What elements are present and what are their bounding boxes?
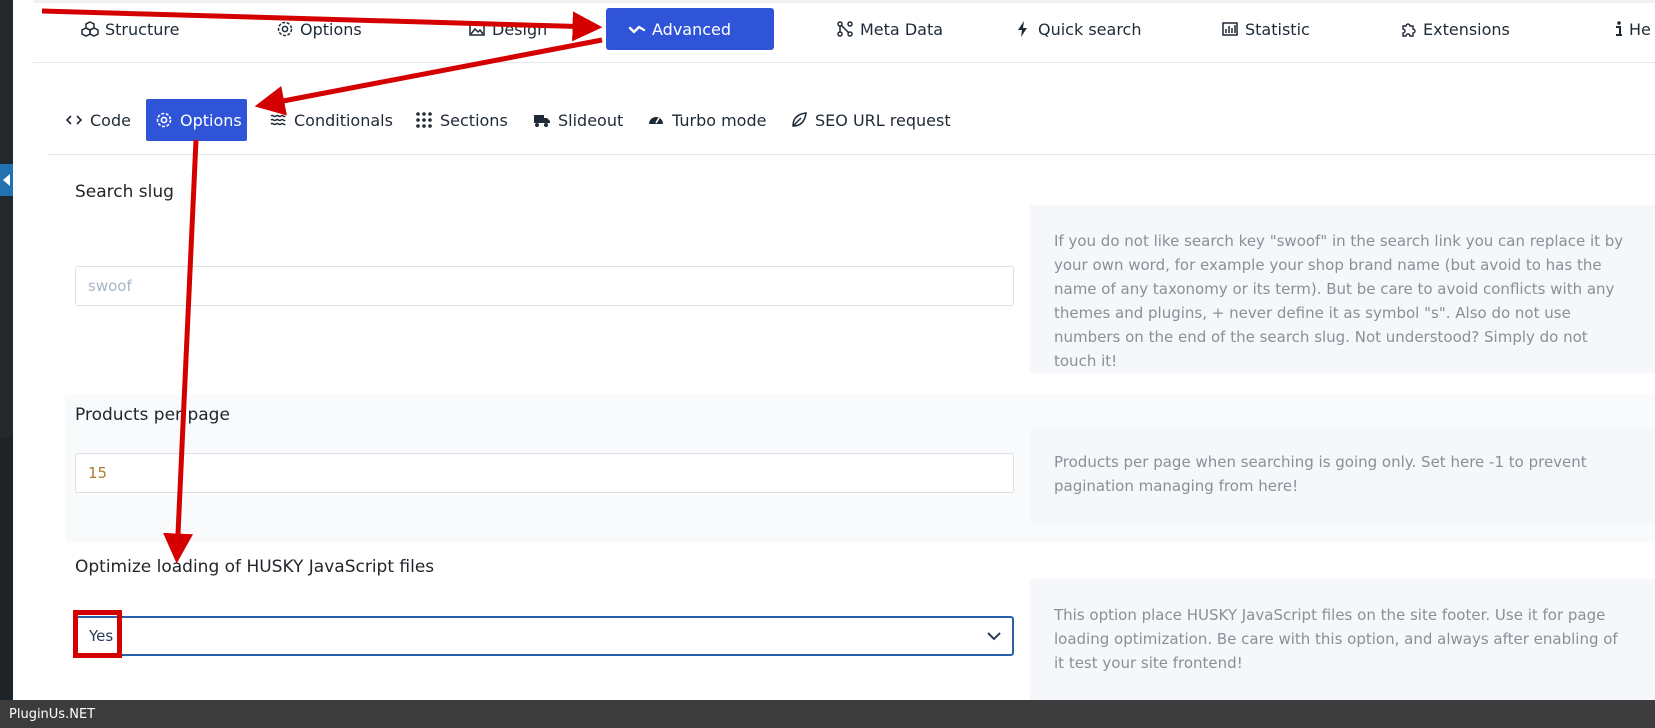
products-per-page-help: Products per page when searching is goin… — [1030, 428, 1655, 523]
leaf-icon — [790, 111, 808, 129]
tab-label: Advanced — [652, 19, 732, 39]
subtabs-divider — [47, 154, 1655, 155]
collapse-menu-arrow-icon[interactable] — [0, 164, 13, 196]
truck-icon — [533, 111, 551, 129]
wave-icon — [628, 20, 646, 38]
status-bar-text: PluginUs.NET — [9, 706, 96, 722]
products-per-page-input[interactable]: 15 — [75, 453, 1014, 493]
subtab-label: Turbo mode — [672, 110, 767, 130]
bolt-icon — [1014, 20, 1032, 38]
code-icon — [65, 111, 83, 129]
subtab-conditionals[interactable]: Conditionals — [269, 99, 393, 141]
status-bar: PluginUs.NET — [0, 700, 1655, 728]
subtab-label: Slideout — [558, 110, 624, 130]
tab-structure[interactable]: Structure — [81, 8, 179, 50]
cubes-icon — [81, 20, 99, 38]
subtab-seo-url-request[interactable]: SEO URL request — [790, 99, 951, 141]
gear-icon — [276, 20, 294, 38]
tab-design[interactable]: Design — [468, 8, 547, 50]
tab-label: He — [1629, 19, 1651, 39]
products-per-page-value: 15 — [88, 464, 108, 482]
products-per-page-label: Products per page — [75, 405, 230, 425]
highlight-box — [73, 610, 122, 658]
chevron-down-icon — [986, 628, 1002, 644]
subtab-turbo-mode[interactable]: Turbo mode — [647, 99, 766, 141]
subtab-label: Options — [180, 110, 242, 130]
grid-icon — [415, 111, 433, 129]
tab-label: Options — [300, 19, 362, 39]
search-slug-placeholder: swoof — [88, 277, 132, 295]
subtab-sections[interactable]: Sections — [415, 99, 508, 141]
waves-icon — [269, 111, 287, 129]
tab-options[interactable]: Options — [276, 8, 362, 50]
subtab-label: Sections — [440, 110, 508, 130]
search-slug-label: Search slug — [75, 182, 174, 202]
top-border — [33, 0, 1655, 3]
subtab-code[interactable]: Code — [65, 99, 131, 141]
optimize-loading-label: Optimize loading of HUSKY JavaScript fil… — [75, 557, 435, 577]
subtab-label: Conditionals — [294, 110, 393, 130]
tab-meta-data[interactable]: Meta Data — [836, 8, 943, 50]
top-tabs: Structure Options Design Advanced Meta D… — [33, 8, 1655, 50]
tab-label: Design — [492, 19, 548, 39]
search-slug-help: If you do not like search key "swoof" in… — [1030, 205, 1655, 373]
tab-advanced[interactable]: Advanced — [606, 8, 774, 50]
search-slug-input[interactable]: swoof — [75, 266, 1014, 306]
tab-label: Meta Data — [860, 19, 944, 39]
tab-help[interactable]: He — [1613, 8, 1651, 50]
optimize-loading-select[interactable]: Yes — [75, 616, 1014, 656]
tab-statistic[interactable]: Statistic — [1221, 8, 1310, 50]
optimize-loading-help: This option place HUSKY JavaScript files… — [1030, 579, 1655, 700]
gear-icon — [155, 111, 173, 129]
nodes-icon — [836, 20, 854, 38]
bar-chart-icon — [1221, 20, 1239, 38]
subtab-label: SEO URL request — [815, 110, 951, 130]
speedometer-icon — [647, 111, 665, 129]
subtab-slideout[interactable]: Slideout — [533, 99, 623, 141]
tab-label: Structure — [105, 19, 180, 39]
subtab-label: Code — [90, 110, 131, 130]
tab-label: Quick search — [1038, 19, 1142, 39]
wp-admin-sidebar-lower — [0, 437, 13, 700]
info-icon — [1613, 20, 1623, 38]
tab-quick-search[interactable]: Quick search — [1014, 8, 1141, 50]
tab-label: Statistic — [1245, 19, 1310, 39]
image-icon — [468, 20, 486, 38]
tab-label: Extensions — [1423, 19, 1510, 39]
puzzle-icon — [1399, 20, 1417, 38]
tabs-divider — [33, 62, 1655, 63]
tab-extensions[interactable]: Extensions — [1399, 8, 1510, 50]
subtab-options[interactable]: Options — [146, 99, 247, 141]
